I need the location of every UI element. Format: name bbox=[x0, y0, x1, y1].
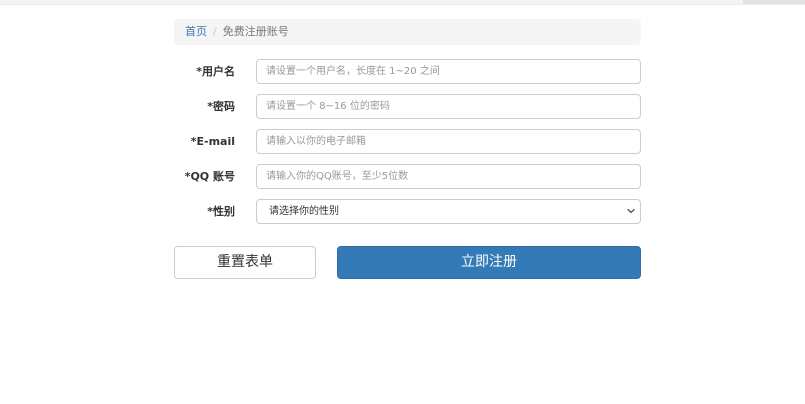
username-input[interactable] bbox=[256, 59, 641, 84]
password-input[interactable] bbox=[256, 94, 641, 119]
gender-select-value: 请选择你的性别 bbox=[269, 206, 339, 217]
gender-label: *性别 bbox=[207, 205, 235, 218]
username-label: *用户名 bbox=[196, 65, 235, 78]
breadcrumb-current: 免费注册账号 bbox=[222, 25, 289, 38]
breadcrumb-home-link[interactable]: 首页 bbox=[185, 25, 207, 38]
breadcrumb-separator: / bbox=[213, 25, 217, 38]
email-input[interactable] bbox=[256, 129, 641, 154]
username-row: *用户名 bbox=[174, 59, 641, 84]
password-row: *密码 bbox=[174, 94, 641, 119]
top-bar bbox=[0, 0, 805, 5]
reset-form-button[interactable]: 重置表单 bbox=[174, 246, 316, 279]
chevron-down-icon bbox=[627, 208, 635, 214]
register-submit-button[interactable]: 立即注册 bbox=[337, 246, 641, 279]
email-row: *E-mail bbox=[174, 129, 641, 154]
top-bar-accent bbox=[743, 0, 805, 4]
qq-input[interactable] bbox=[256, 164, 641, 189]
gender-row: *性别 请选择你的性别 bbox=[174, 199, 641, 224]
breadcrumb: 首页 / 免费注册账号 bbox=[174, 19, 641, 45]
email-label: *E-mail bbox=[190, 135, 235, 148]
gender-select[interactable]: 请选择你的性别 bbox=[256, 199, 641, 224]
qq-row: *QQ 账号 bbox=[174, 164, 641, 189]
password-label: *密码 bbox=[207, 100, 235, 113]
qq-label: *QQ 账号 bbox=[184, 170, 235, 183]
